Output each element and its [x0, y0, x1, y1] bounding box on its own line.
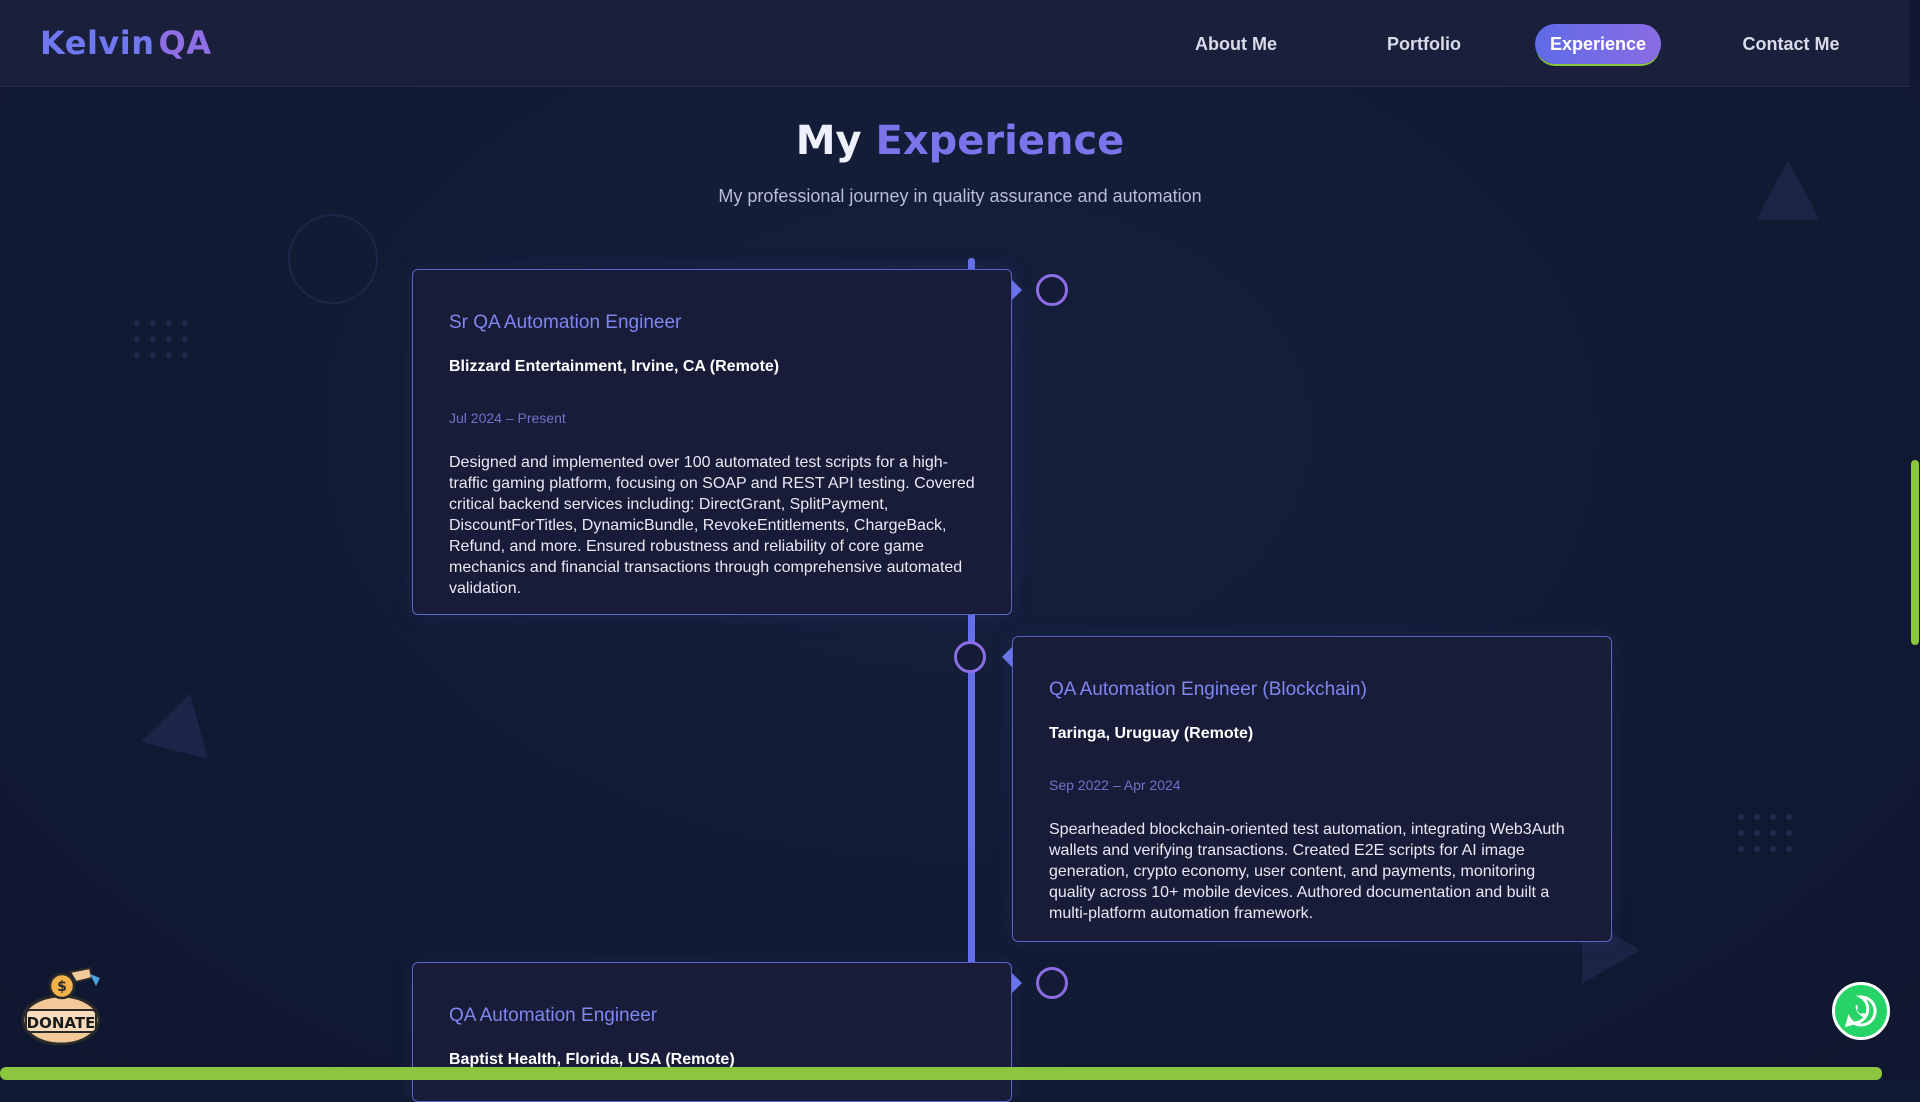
nav-about-me[interactable]: About Me — [1178, 24, 1294, 64]
brand-suffix: QA — [158, 24, 212, 62]
experience-card: QA Automation Engineer (Blockchain) Tari… — [1012, 636, 1612, 942]
donate-label: DONATE — [26, 1014, 96, 1032]
brand-logo[interactable]: Kelvin QA — [40, 24, 211, 62]
job-description: Designed and implemented over 100 automa… — [449, 454, 975, 597]
nav-contact-me[interactable]: Contact Me — [1732, 24, 1850, 64]
experience-card: Sr QA Automation Engineer Blizzard Enter… — [412, 269, 1012, 615]
decorative-dots-right — [1738, 814, 1792, 852]
job-description: Spearheaded blockchain-oriented test aut… — [1049, 821, 1565, 922]
card-pointer — [1002, 647, 1012, 667]
experience-card: QA Automation Engineer Baptist Health, F… — [412, 962, 1012, 1102]
nav-portfolio[interactable]: Portfolio — [1366, 24, 1482, 64]
nav-experience[interactable]: Experience — [1535, 24, 1661, 64]
page-progress-bar — [0, 1067, 1882, 1080]
timeline-node — [1036, 967, 1068, 999]
card-pointer — [1012, 280, 1022, 300]
svg-text:$: $ — [57, 979, 67, 995]
card-pointer — [1012, 973, 1022, 993]
job-title: QA Automation Engineer — [449, 1005, 658, 1026]
job-title: Sr QA Automation Engineer — [449, 312, 682, 333]
decorative-dots — [134, 320, 188, 358]
whatsapp-button[interactable] — [1832, 982, 1890, 1040]
vertical-scrollbar-thumb[interactable] — [1911, 460, 1919, 645]
top-navbar: Kelvin QA About Me Portfolio Experience C… — [0, 0, 1910, 87]
donate-button[interactable]: $ DONATE — [20, 964, 102, 1046]
job-dates: Jul 2024 – Present — [449, 410, 566, 426]
decorative-circle — [288, 214, 378, 304]
section-title-prefix: My — [795, 118, 862, 164]
brand-name: Kelvin — [40, 24, 155, 62]
timeline-node — [954, 641, 986, 673]
job-dates: Sep 2022 – Apr 2024 — [1049, 777, 1181, 793]
section-title: My Experience — [0, 118, 1920, 164]
company-name: Blizzard Entertainment, Irvine, CA (Remo… — [449, 358, 780, 375]
job-title: QA Automation Engineer (Blockchain) — [1049, 679, 1367, 700]
section-subtitle: My professional journey in quality assur… — [718, 186, 1202, 206]
whatsapp-icon — [1844, 995, 1877, 1028]
company-name: Taringa, Uruguay (Remote) — [1049, 725, 1254, 742]
timeline-node — [1036, 274, 1068, 306]
section-title-highlight: Experience — [875, 118, 1125, 164]
donate-jar-icon: $ — [21, 966, 101, 1046]
